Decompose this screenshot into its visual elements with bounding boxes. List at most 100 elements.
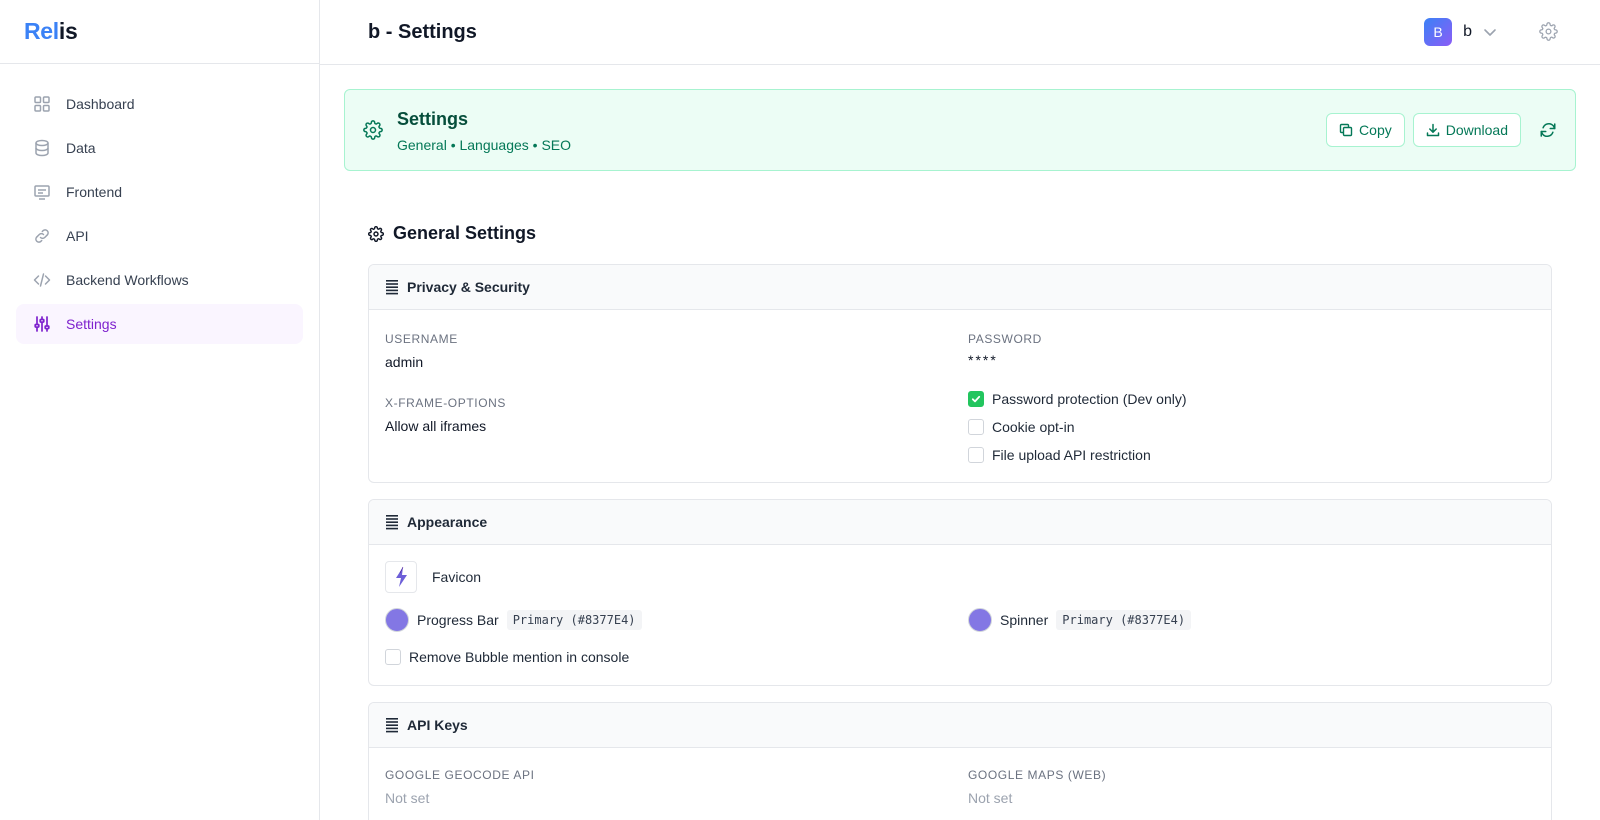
checkbox-label: Password protection (Dev only) [992,391,1187,407]
sliders-icon [32,314,52,334]
user-name: b [1463,23,1472,40]
brand-part-1: Rel [24,18,59,44]
google-maps-value[interactable]: Not set [968,790,1106,806]
field-label: PASSWORD [968,332,1042,346]
main-content: Settings General • Languages • SEO Copy … [344,89,1576,820]
favicon-label: Favicon [432,569,482,585]
sidebar-item-data[interactable]: Data [16,128,303,168]
spinner-label: Spinner [1000,612,1049,628]
spinner-color-row[interactable]: Spinner Primary (#8377E4) [968,608,1192,632]
sidebar-item-settings[interactable]: Settings [16,304,303,344]
sidebar-item-label: API [66,228,89,244]
top-header: b - Settings B b [320,0,1600,65]
copy-button[interactable]: Copy [1326,113,1405,147]
checkbox-unchecked[interactable] [385,649,401,665]
grid-icon [32,94,52,114]
progress-bar-label: Progress Bar [417,612,499,628]
monitor-icon [32,182,52,202]
general-settings-heading: General Settings [368,223,1576,244]
copy-button-label: Copy [1359,122,1392,138]
download-icon [1426,123,1440,137]
list-icon [385,717,399,733]
brand-logo[interactable]: Rel is [0,0,319,64]
user-menu[interactable]: B b [1424,18,1498,46]
checkbox-checked[interactable] [968,391,984,407]
card-body: GOOGLE GEOCODE API Not set GOOGLE MAPS (… [369,748,1551,820]
general-settings-title: General Settings [393,223,537,243]
xframe-field: X-FRAME-OPTIONS Allow all iframes [385,396,506,434]
card-header: Privacy & Security [369,265,1551,310]
sidebar-item-label: Backend Workflows [66,272,189,288]
google-geocode-field: GOOGLE GEOCODE API Not set [385,768,535,806]
sidebar-item-label: Settings [66,316,117,332]
progress-bar-color-row[interactable]: Progress Bar Primary (#8377E4) [385,608,642,632]
avatar: B [1424,18,1453,46]
checkbox-unchecked[interactable] [968,447,984,463]
card-title: Privacy & Security [407,279,530,295]
sidebar-nav: Dashboard Data Frontend API Backend Work… [0,64,319,368]
sidebar: Rel is Dashboard Data Frontend API Backe… [0,0,320,820]
file-upload-restriction-checkbox[interactable]: File upload API restriction [968,445,1151,465]
favicon-row: Favicon [385,561,481,593]
card-body: USERNAME admin X-FRAME-OPTIONS Allow all… [369,310,1551,482]
spinner-color-value: Primary (#8377E4) [1056,610,1192,630]
gear-icon [368,225,384,242]
copy-icon [1339,123,1353,137]
list-icon [385,279,399,295]
password-protection-checkbox[interactable]: Password protection (Dev only) [968,389,1187,409]
checkbox-label: Remove Bubble mention in console [409,649,630,665]
code-icon [32,270,52,290]
remove-bubble-mention-checkbox[interactable]: Remove Bubble mention in console [385,647,629,667]
sidebar-item-label: Dashboard [66,96,135,112]
favicon-preview[interactable] [385,561,417,593]
field-label: GOOGLE GEOCODE API [385,768,535,782]
appearance-card: Appearance Favicon Progress Bar Primary … [368,499,1552,686]
card-header: Appearance [369,500,1551,545]
banner-title: Settings [397,109,469,129]
password-value[interactable]: **** [968,352,1042,368]
google-geocode-value[interactable]: Not set [385,790,535,806]
card-title: Appearance [407,514,488,530]
card-body: Favicon Progress Bar Primary (#8377E4) S… [369,545,1551,685]
database-icon [32,138,52,158]
privacy-security-card: Privacy & Security USERNAME admin X-FRAM… [368,264,1552,483]
breadcrumb: General • Languages • SEO [397,137,572,153]
spinner-color-swatch[interactable] [968,608,992,632]
progress-bar-color-swatch[interactable] [385,608,409,632]
password-field: PASSWORD **** [968,332,1042,368]
brand-part-2: is [58,18,78,44]
field-label: GOOGLE MAPS (WEB) [968,768,1107,782]
download-button-label: Download [1445,122,1508,138]
cookie-optin-checkbox[interactable]: Cookie opt-in [968,417,1075,437]
gear-icon [363,120,383,140]
sidebar-item-label: Frontend [66,184,123,200]
field-label: X-FRAME-OPTIONS [385,396,507,410]
xframe-value[interactable]: Allow all iframes [385,418,506,434]
gear-icon[interactable] [1539,22,1558,41]
page-title: b - Settings [368,20,477,43]
lightning-icon [392,566,410,588]
link-icon [32,226,52,246]
checkbox-label: Cookie opt-in [992,419,1075,435]
sidebar-item-backend-workflows[interactable]: Backend Workflows [16,260,303,300]
sidebar-item-dashboard[interactable]: Dashboard [16,84,303,124]
google-maps-field: GOOGLE MAPS (WEB) Not set [968,768,1106,806]
list-icon [385,514,399,530]
api-keys-card: API Keys GOOGLE GEOCODE API Not set GOOG… [368,702,1552,820]
checkbox-label: File upload API restriction [992,447,1151,463]
sidebar-item-label: Data [66,140,96,156]
card-title: API Keys [407,717,468,733]
download-button[interactable]: Download [1412,113,1521,147]
sidebar-item-frontend[interactable]: Frontend [16,172,303,212]
progress-bar-color-value: Primary (#8377E4) [506,610,642,630]
settings-banner: Settings General • Languages • SEO Copy … [344,89,1576,171]
username-field: USERNAME admin [385,332,458,370]
card-header: API Keys [369,703,1551,748]
banner-actions: Copy Download [1318,113,1557,147]
username-value[interactable]: admin [385,354,458,370]
field-label: USERNAME [385,332,458,346]
checkbox-unchecked[interactable] [968,419,984,435]
chevron-down-icon [1482,24,1498,40]
sidebar-item-api[interactable]: API [16,216,303,256]
refresh-icon[interactable] [1539,121,1557,139]
